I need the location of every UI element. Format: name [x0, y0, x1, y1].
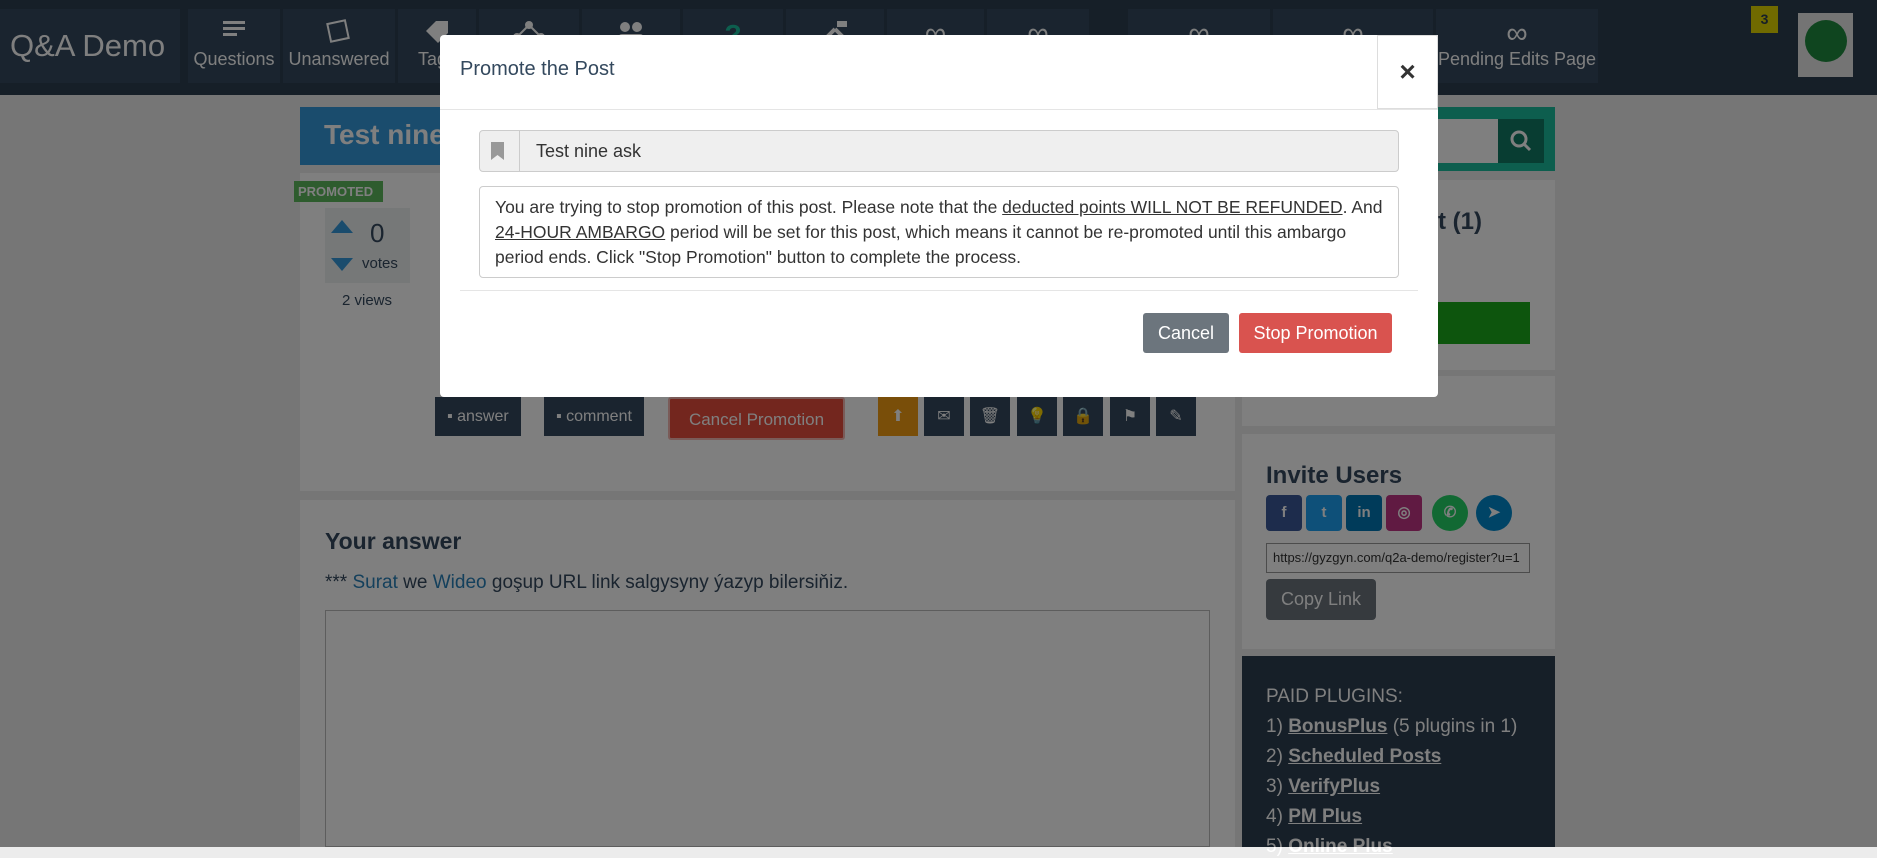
- bookmark-icon: [480, 131, 520, 171]
- post-title-value: Test nine ask: [536, 141, 642, 161]
- stop-promotion-note: You are trying to stop promotion of this…: [479, 186, 1399, 278]
- modal-title: Promote the Post: [460, 58, 615, 80]
- close-icon[interactable]: ×: [1377, 35, 1438, 109]
- modal-footer-divider: [460, 290, 1418, 291]
- promote-modal: Promote the Post × Test nine ask You are…: [440, 35, 1438, 397]
- stop-promotion-button[interactable]: Stop Promotion: [1239, 313, 1392, 353]
- cancel-button[interactable]: Cancel: [1143, 313, 1229, 353]
- post-title-field: Test nine ask: [479, 130, 1399, 172]
- modal-divider: [440, 109, 1438, 110]
